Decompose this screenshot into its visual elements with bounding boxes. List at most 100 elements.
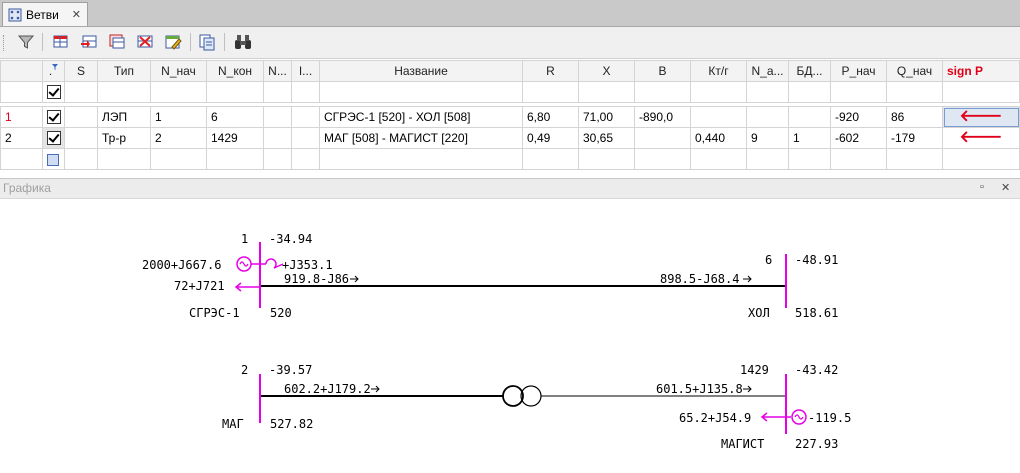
filter-button[interactable] xyxy=(15,31,37,53)
table-row[interactable]: 2 Тр-р 2 1429 МАГ [508] - МАГИСТ [220] 0… xyxy=(0,127,1020,149)
cell-na[interactable] xyxy=(746,106,789,128)
cell-n-start[interactable]: 1 xyxy=(150,106,207,128)
cell-i[interactable] xyxy=(291,127,320,149)
cell-n-par[interactable] xyxy=(263,127,292,149)
arrow-left-icon: 🡐 xyxy=(959,108,1003,125)
copy-row-button[interactable] xyxy=(106,31,128,53)
header-r[interactable]: R xyxy=(522,60,579,82)
header-select[interactable]: . xyxy=(42,60,65,82)
generator-icon xyxy=(236,256,260,272)
header-name[interactable]: Название xyxy=(319,60,523,82)
toolbar-separator xyxy=(190,33,191,51)
flow-arrow-icon xyxy=(371,385,380,393)
new-row-cell[interactable] xyxy=(42,148,65,170)
cell-name[interactable]: СГРЭС-1 [520] - ХОЛ [508] xyxy=(319,106,523,128)
flow-arrow-icon xyxy=(743,385,752,393)
row-checkbox[interactable] xyxy=(47,110,61,125)
node-label: 6 xyxy=(765,253,772,267)
cell-type[interactable]: ЛЭП xyxy=(97,106,151,128)
filter-row xyxy=(0,81,1020,103)
header-bd[interactable]: БД... xyxy=(788,60,831,82)
header-q-start[interactable]: Q_нач xyxy=(886,60,943,82)
header-i[interactable]: I... xyxy=(291,60,320,82)
header-n-par[interactable]: N... xyxy=(263,60,292,82)
header-p-start[interactable]: P_нач xyxy=(830,60,887,82)
cell-b[interactable]: -890,0 xyxy=(634,106,691,128)
cell-x[interactable]: 30,65 xyxy=(578,127,635,149)
header-b[interactable]: B xyxy=(634,60,691,82)
filter-small-icon xyxy=(52,64,59,70)
cell-n-par[interactable] xyxy=(263,106,292,128)
cell-name[interactable]: МАГ [508] - МАГИСТ [220] xyxy=(319,127,523,149)
cell-r[interactable]: 0,49 xyxy=(522,127,579,149)
reactor-icon xyxy=(260,258,284,269)
cell-p-start[interactable]: -920 xyxy=(830,106,887,128)
cell-b[interactable] xyxy=(634,127,691,149)
row-select-cell[interactable] xyxy=(42,106,65,128)
arrow-left-icon: 🡐 xyxy=(959,129,1003,146)
delete-row-button[interactable] xyxy=(134,31,156,53)
node-label: 1 xyxy=(241,232,248,246)
cell-kt[interactable] xyxy=(690,106,747,128)
new-row[interactable] xyxy=(0,148,1020,170)
table-edit-icon xyxy=(165,35,182,50)
graphics-canvas: 1 -34.94 2000+J667.6 +J353.1 919.8-J86 7… xyxy=(0,198,1020,470)
insert-row-button[interactable] xyxy=(50,31,72,53)
flow-arrow-icon xyxy=(350,275,359,283)
toolbar-separator xyxy=(224,33,225,51)
header-kt[interactable]: Кт/г xyxy=(690,60,747,82)
header-na[interactable]: N_a... xyxy=(746,60,789,82)
header-type[interactable]: Тип xyxy=(97,60,151,82)
flow-start-value: 919.8-J86 xyxy=(284,272,349,286)
cell-kt[interactable]: 0,440 xyxy=(690,127,747,149)
filter-select-cell[interactable] xyxy=(42,81,65,103)
cell-na[interactable]: 9 xyxy=(746,127,789,149)
graphics-panel-header: Графика ▫ ✕ xyxy=(0,178,1020,199)
filter-checkbox[interactable] xyxy=(47,85,61,100)
edit-table-button[interactable] xyxy=(162,31,184,53)
tab-branches-label: Ветви xyxy=(26,7,59,22)
table-add-icon xyxy=(81,35,97,48)
close-icon[interactable]: ✕ xyxy=(72,8,81,21)
cell-sign-p[interactable]: 🡐 xyxy=(942,127,1020,149)
toolbar xyxy=(0,27,1020,59)
cell-n-end[interactable]: 1429 xyxy=(206,127,264,149)
cell-p-start[interactable]: -602 xyxy=(830,127,887,149)
find-button[interactable] xyxy=(232,31,254,53)
close-icon[interactable]: ✕ xyxy=(1001,181,1010,194)
cell-bd[interactable] xyxy=(788,106,831,128)
network-diagram: 1 -34.94 2000+J667.6 +J353.1 919.8-J86 7… xyxy=(142,232,851,451)
table-grid-icon xyxy=(8,8,22,21)
header-x[interactable]: X xyxy=(578,60,635,82)
table-delete-icon xyxy=(137,35,153,48)
copy-button[interactable] xyxy=(196,31,218,53)
node-angle: -34.94 xyxy=(269,232,312,246)
cell-x[interactable]: 71,00 xyxy=(578,106,635,128)
cell-bd[interactable]: 1 xyxy=(788,127,831,149)
node-angle: -48.91 xyxy=(795,253,838,267)
copy-icon xyxy=(199,34,215,51)
row-select-cell[interactable] xyxy=(42,127,65,149)
shunt-value: +J353.1 xyxy=(282,258,333,272)
cell-type[interactable]: Тр-р xyxy=(97,127,151,149)
cell-i[interactable] xyxy=(291,106,320,128)
row-checkbox[interactable] xyxy=(47,131,61,146)
cell-q-start[interactable]: -179 xyxy=(886,127,943,149)
cell-n-end[interactable]: 6 xyxy=(206,106,264,128)
bus-voltage: 520 xyxy=(270,306,292,320)
table-row[interactable]: 1 ЛЭП 1 6 СГРЭС-1 [520] - ХОЛ [508] 6,80… xyxy=(0,106,1020,128)
header-n-end[interactable]: N_кон xyxy=(206,60,264,82)
header-sign-p[interactable]: sign P xyxy=(942,60,1020,82)
transformer-icon[interactable] xyxy=(502,385,542,407)
header-n-start[interactable]: N_нач xyxy=(150,60,207,82)
header-s[interactable]: S xyxy=(64,60,98,82)
add-row-button[interactable] xyxy=(78,31,100,53)
cell-n-start[interactable]: 2 xyxy=(150,127,207,149)
cell-sign-p[interactable]: 🡐 xyxy=(942,106,1020,128)
toolbar-grip xyxy=(3,35,7,51)
flow-end-value: 601.5+J135.8 xyxy=(656,382,743,396)
restore-icon[interactable]: ▫ xyxy=(980,181,984,193)
cell-q-start[interactable]: 86 xyxy=(886,106,943,128)
cell-r[interactable]: 6,80 xyxy=(522,106,579,128)
tab-branches[interactable]: Ветви ✕ xyxy=(2,2,88,26)
